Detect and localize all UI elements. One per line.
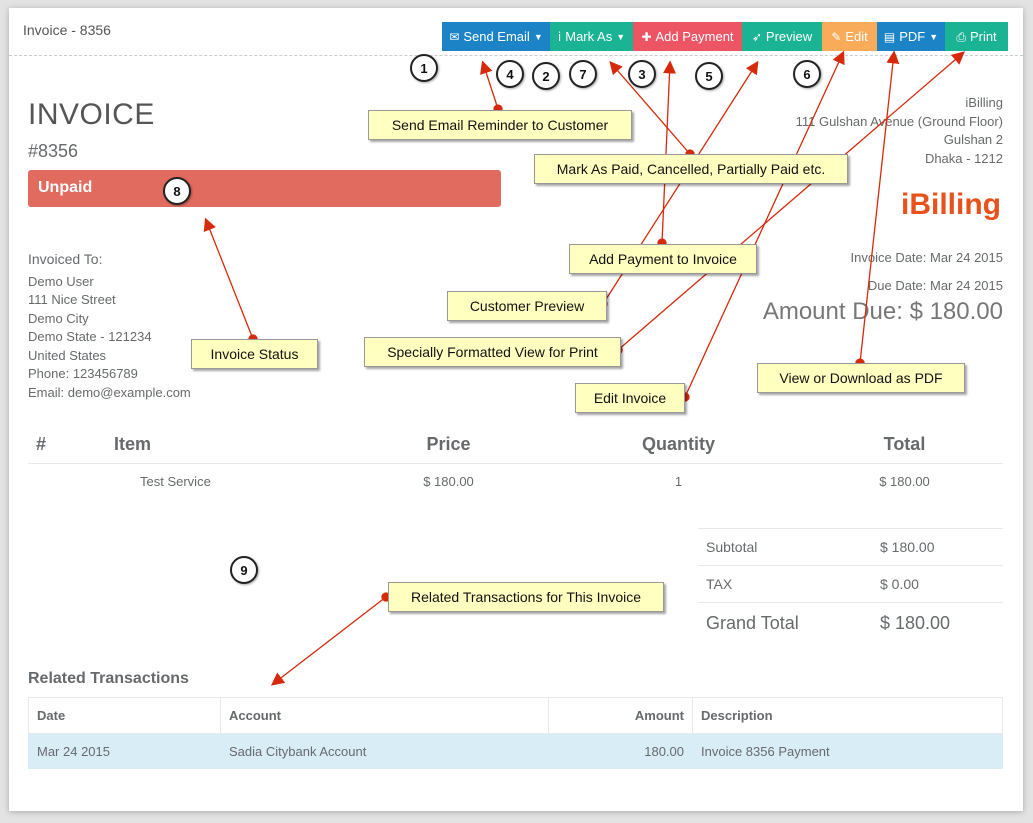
preview-button[interactable]: ➶ Preview bbox=[742, 22, 822, 51]
subtotal-row: Subtotal $ 180.00 bbox=[698, 528, 1003, 566]
company-logo: iBilling bbox=[901, 188, 1001, 221]
callout-pdf: View or Download as PDF bbox=[757, 363, 965, 393]
add-payment-label: Add Payment bbox=[655, 29, 734, 44]
send-email-button[interactable]: ✉ Send Email ▼ bbox=[442, 22, 550, 51]
client-state: Demo State - 121234 bbox=[28, 329, 152, 344]
column-header-total: Total bbox=[806, 427, 1003, 464]
related-transactions-title: Related Transactions bbox=[28, 670, 189, 687]
invoiced-to-label: Invoiced To: bbox=[28, 251, 103, 267]
pdf-label: PDF bbox=[899, 29, 926, 44]
callout-add-payment: Add Payment to Invoice bbox=[569, 244, 757, 274]
paper-plane-icon: ➶ bbox=[751, 29, 762, 44]
invoice-date: Invoice Date: Mar 24 2015 bbox=[850, 250, 1003, 265]
marker-7: 7 bbox=[569, 60, 597, 88]
marker-9: 9 bbox=[230, 556, 258, 584]
grand-total-label: Grand Total bbox=[698, 602, 872, 645]
pencil-icon: ✎ bbox=[831, 29, 842, 44]
print-button[interactable]: ⎙ Print bbox=[945, 22, 1008, 51]
client-street: 111 Nice Street bbox=[28, 292, 116, 307]
client-country: United States bbox=[28, 347, 107, 363]
column-header-quantity: Quantity bbox=[551, 427, 806, 464]
caret-down-icon: ▼ bbox=[616, 31, 626, 42]
grand-total-value: $ 180.00 bbox=[872, 602, 1003, 645]
page-header: Invoice - 8356 ✉ Send Email ▼ ⅰ Mark As … bbox=[9, 8, 1023, 56]
related-transactions-table: Date Account Amount Description Mar 24 2… bbox=[28, 697, 1003, 769]
pdf-button[interactable]: ▤ PDF ▼ bbox=[877, 22, 945, 51]
client-phone: Phone: 123456789 bbox=[28, 366, 138, 381]
client-email: Email: demo@example.com bbox=[28, 384, 191, 400]
totals-table: Subtotal $ 180.00 TAX $ 0.00 Grand Total… bbox=[698, 528, 1003, 645]
tax-value: $ 0.00 bbox=[872, 565, 1003, 603]
subtotal-value: $ 180.00 bbox=[872, 528, 1003, 566]
plus-icon: ✚ bbox=[641, 29, 652, 44]
grand-total-row: Grand Total $ 180.00 bbox=[698, 602, 1003, 645]
marker-6: 6 bbox=[793, 60, 821, 88]
item-quantity: 1 bbox=[674, 473, 683, 489]
amount-due: Amount Due: $ 180.00 bbox=[762, 298, 1003, 325]
send-email-label: Send Email bbox=[463, 29, 530, 44]
info-icon: ⅰ bbox=[557, 29, 562, 44]
add-payment-button[interactable]: ✚ Add Payment bbox=[633, 22, 742, 51]
item-total: $ 180.00 bbox=[879, 473, 930, 489]
callout-related: Related Transactions for This Invoice bbox=[388, 582, 664, 612]
marker-5: 5 bbox=[695, 62, 723, 90]
column-header-item: Item bbox=[106, 427, 346, 464]
item-number bbox=[28, 463, 106, 499]
column-header-price: Price bbox=[346, 427, 551, 464]
invoiced-to: Invoiced To: Demo User 111 Nice Street D… bbox=[28, 250, 191, 402]
company-name: iBilling bbox=[965, 95, 1003, 110]
callout-mark-as: Mark As Paid, Cancelled, Partially Paid … bbox=[534, 154, 848, 184]
transaction-date: Mar 24 2015 bbox=[28, 733, 221, 769]
marker-2: 2 bbox=[532, 62, 560, 90]
invoice-number: #8356 bbox=[28, 141, 79, 161]
column-header-date: Date bbox=[28, 697, 221, 734]
printer-icon: ⎙ bbox=[956, 29, 966, 44]
item-name: Test Service bbox=[140, 473, 211, 489]
tax-label: TAX bbox=[698, 565, 872, 603]
callout-status: Invoice Status bbox=[191, 339, 318, 369]
column-header-description: Description bbox=[692, 697, 1003, 734]
file-pdf-icon: ▤ bbox=[883, 29, 896, 44]
callout-send-email: Send Email Reminder to Customer bbox=[368, 110, 632, 140]
invoice-toolbar: ✉ Send Email ▼ ⅰ Mark As ▼ ✚ Add Payment… bbox=[442, 22, 1008, 51]
transaction-account: Sadia Citybank Account bbox=[220, 733, 549, 769]
callout-edit: Edit Invoice bbox=[575, 383, 685, 413]
item-price: $ 180.00 bbox=[423, 473, 474, 489]
caret-down-icon: ▼ bbox=[533, 31, 543, 42]
caret-down-icon: ▼ bbox=[929, 31, 939, 42]
print-label: Print bbox=[969, 29, 997, 44]
column-header-number: # bbox=[28, 427, 106, 464]
table-row[interactable]: Mar 24 2015 Sadia Citybank Account 180.0… bbox=[28, 733, 1003, 769]
client-city: Demo City bbox=[28, 310, 89, 326]
client-name: Demo User bbox=[28, 273, 94, 289]
column-header-account: Account bbox=[220, 697, 549, 734]
callout-print: Specially Formatted View for Print bbox=[364, 337, 621, 367]
mark-as-button[interactable]: ⅰ Mark As ▼ bbox=[550, 22, 633, 51]
due-date: Due Date: Mar 24 2015 bbox=[867, 278, 1003, 293]
company-address-line: 111 Gulshan Avenue (Ground Floor) bbox=[795, 113, 1003, 129]
marker-1: 1 bbox=[410, 54, 438, 82]
table-row: Test Service $ 180.00 1 $ 180.00 bbox=[28, 463, 1003, 499]
transaction-amount: 180.00 bbox=[548, 733, 693, 769]
status-badge: Unpaid bbox=[28, 170, 501, 207]
envelope-icon: ✉ bbox=[449, 29, 460, 44]
page-title: Invoice - 8356 bbox=[23, 22, 111, 38]
edit-button[interactable]: ✎ Edit bbox=[822, 22, 877, 51]
invoice-heading: INVOICE bbox=[28, 98, 155, 131]
subtotal-label: Subtotal bbox=[698, 528, 872, 566]
marker-4: 4 bbox=[496, 60, 524, 88]
preview-label: Preview bbox=[765, 29, 813, 44]
items-table: # Item Price Quantity Total Test Service… bbox=[28, 427, 1003, 499]
tax-row: TAX $ 0.00 bbox=[698, 565, 1003, 603]
transaction-description: Invoice 8356 Payment bbox=[692, 733, 1003, 769]
invoice-dates: Invoice Date: Mar 24 2015 Due Date: Mar … bbox=[851, 244, 1003, 300]
mark-as-label: Mark As bbox=[565, 29, 613, 44]
marker-8: 8 bbox=[163, 177, 191, 205]
column-header-amount: Amount bbox=[548, 697, 693, 734]
company-address-line: Gulshan 2 bbox=[943, 132, 1003, 147]
marker-3: 3 bbox=[628, 60, 656, 88]
callout-preview: Customer Preview bbox=[447, 291, 607, 321]
edit-label: Edit bbox=[845, 29, 868, 44]
